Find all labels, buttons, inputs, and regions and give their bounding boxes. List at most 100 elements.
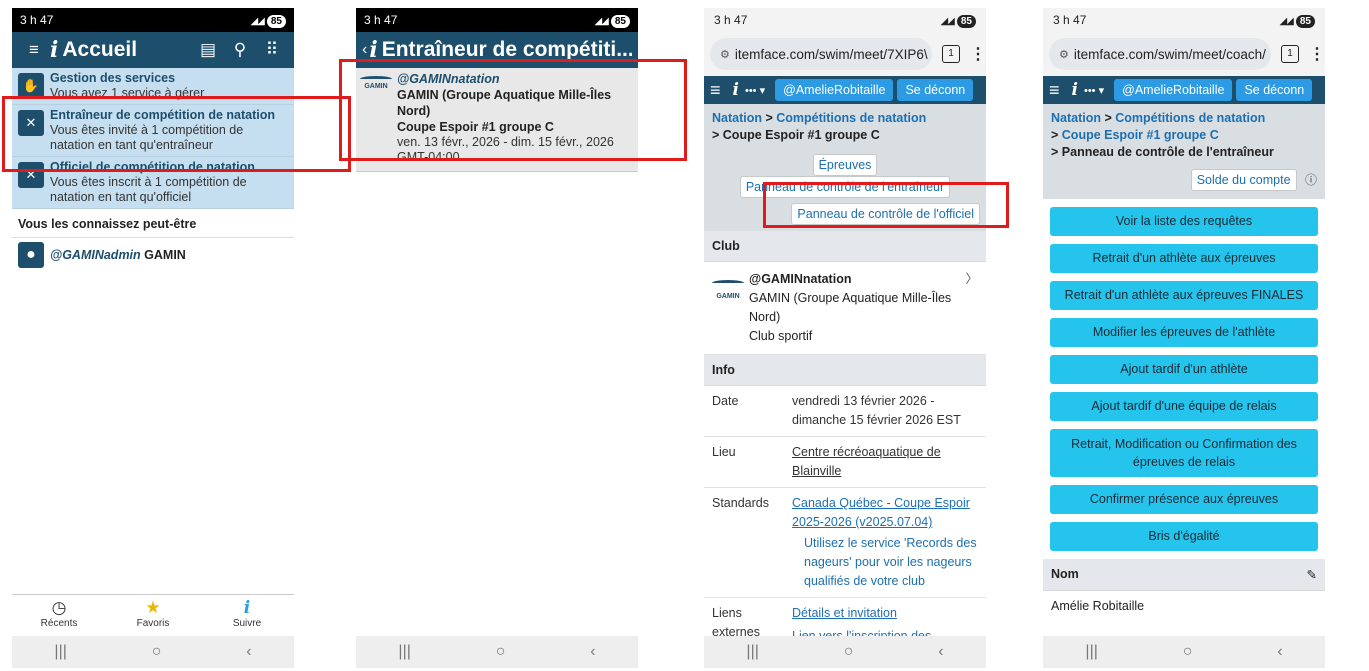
withdraw-athlete-button[interactable]: Retrait d'un athlète aux épreuves [1050,244,1318,273]
home-icon[interactable]: ○ [152,643,162,661]
recents-icon[interactable]: ||| [54,643,66,661]
nav-favorites[interactable]: ★ Favoris [106,595,200,636]
menu-icon[interactable]: ≡ [710,80,721,101]
signal-icon: ◢◢ [250,15,264,27]
user-button[interactable]: @AmelieRobitaille [775,79,894,101]
url-field[interactable]: ⚙ itemface.com/swim/meet/coach/ [1049,38,1271,70]
coach-panel-button[interactable]: Panneau de contrôle de l'entraîneur [739,176,951,198]
browser-bar: ⚙ itemface.com/swim/meet/coach/ 1 ⋮ [1043,32,1325,76]
service-item-official[interactable]: ✕ Officiel de compétition de natation Vou… [12,157,294,209]
site-settings-icon: ⚙ [1059,48,1069,61]
nav-recent[interactable]: ◷ Récents [12,595,106,636]
system-nav: ||| ○ ‹ [356,636,638,668]
events-button[interactable]: Épreuves [812,154,878,176]
club-item[interactable]: GAMIN @GAMINnatation GAMIN (Groupe Aquat… [704,262,986,355]
info-standards: Standards Canada Québec - Coupe Espoir 2… [704,488,986,598]
screen-coach-list: 3 h 47 ◢◢ 85 ‹ i Entraîneur de compétiti.… [356,8,638,668]
tabs-icon[interactable]: 1 [942,45,960,63]
nav-follow[interactable]: i Suivre [200,595,294,636]
back-icon[interactable]: ‹ [1277,643,1282,661]
url-field[interactable]: ⚙ itemface.com/swim/meet/7XIP6\ [710,38,932,70]
back-icon[interactable]: ‹ [590,643,595,661]
swim-coach-icon: ✕ [18,110,44,136]
club-logo: GAMIN [360,76,392,165]
menu-icon[interactable]: ≡ [18,40,50,60]
home-icon[interactable]: ○ [844,643,854,661]
requests-list-button[interactable]: Voir la liste des requêtes [1050,207,1318,236]
menu-icon[interactable]: ≡ [1049,80,1060,101]
info-date: Date vendredi 13 février 2026 - dimanche… [704,386,986,437]
app-bar: ≡ i Accueil ▤ ⚲ ⠿ [12,32,294,68]
search-icon[interactable]: ⚲ [224,40,256,60]
relay-events-button[interactable]: Retrait, Modification ou Confirmation de… [1050,429,1318,477]
overflow-menu-icon[interactable]: ⋮ [1309,44,1325,64]
club-type: Club sportif [749,329,813,343]
recents-icon[interactable]: ||| [746,643,758,661]
system-nav: ||| ○ ‹ [704,636,986,668]
name-heading: Nom ✎ [1043,559,1325,591]
status-time: 3 h 47 [364,13,398,27]
logout-button[interactable]: Se déconn [1236,79,1313,101]
account-balance-button[interactable]: Solde du compte [1190,169,1297,191]
confirm-presence-button[interactable]: Confirmer présence aux épreuves [1050,485,1318,514]
info-icon[interactable]: ⓘ [1305,173,1317,187]
system-nav: ||| ○ ‹ [1043,636,1325,668]
meet-dates: ven. 13 févr., 2026 - dim. 15 févr., 202… [397,135,614,149]
user-button[interactable]: @AmelieRobitaille [1114,79,1233,101]
name-value: Amélie Robitaille [1051,599,1145,613]
edit-pencil-icon[interactable]: ✎ [1307,567,1317,582]
recents-icon[interactable]: ||| [398,643,410,661]
info-heading: Info [704,355,986,386]
late-add-athlete-button[interactable]: Ajout tardif d'un athlète [1050,355,1318,384]
back-icon[interactable]: ‹ [938,643,943,661]
club-handle: @GAMINnatation [749,272,852,286]
club-heading: Club [704,231,986,262]
screen-meet-details: 3 h 47 ◢◢ 85 ⚙ itemface.com/swim/meet/7XIP… [704,8,986,668]
official-panel-button[interactable]: Panneau de contrôle de l'officiel [791,203,980,225]
status-bar: 3 h 47 ◢◢ 85 [12,8,294,32]
battery-badge: 85 [1295,14,1315,28]
battery-badge: 85 [956,14,976,28]
clock-icon: ◷ [51,598,67,617]
browser-bar: ⚙ itemface.com/swim/meet/7XIP6\ 1 ⋮ [704,32,986,76]
site-settings-icon: ⚙ [720,48,730,61]
competition-item[interactable]: GAMIN @GAMINnatation GAMIN (Groupe Aquat… [356,68,638,172]
star-icon: ★ [145,598,161,617]
club-name: GAMIN (Groupe Aquatique Mille-Îles Nord) [397,88,612,118]
service-item-coach[interactable]: ✕ Entraîneur de compétition de natation V… [12,105,294,157]
club-name: GAMIN (Groupe Aquatique Mille-Îles Nord) [749,291,952,324]
late-add-relay-button[interactable]: Ajout tardif d'une équipe de relais [1050,392,1318,421]
more-menu-icon[interactable]: ••• ▾ [1084,84,1104,97]
battery-badge: 85 [610,14,630,28]
tabs-icon[interactable]: 1 [1281,45,1299,63]
meet-name: Coupe Espoir #1 groupe C [397,120,554,134]
status-time: 3 h 47 [714,13,748,27]
home-icon[interactable]: ○ [1183,643,1193,661]
grid-icon[interactable]: ⠿ [256,40,288,60]
meet-timezone: GMT-04:00 [397,150,460,164]
service-item-management[interactable]: ✋ Gestion des services Vous avez 1 servic… [12,68,294,105]
tie-break-button[interactable]: Bris d'égalité [1050,522,1318,551]
back-chevron-icon[interactable]: ‹ [362,41,367,59]
suggested-person[interactable]: ● @GAMINadmin GAMIN [12,238,294,272]
more-menu-icon[interactable]: ••• ▾ [745,84,765,97]
site-logo-icon: i [732,80,739,100]
screen-coach-panel: 3 h 47 ◢◢ 85 ⚙ itemface.com/swim/meet/coac… [1043,8,1325,668]
overflow-menu-icon[interactable]: ⋮ [970,44,986,64]
signal-icon: ◢◢ [940,15,954,27]
club-handle: @GAMINnatation [397,72,500,86]
chat-icon[interactable]: ▤ [192,40,224,60]
swim-official-icon: ✕ [18,162,44,188]
action-buttons: Voir la liste des requêtes Retrait d'un … [1043,199,1325,551]
recents-icon[interactable]: ||| [1085,643,1097,661]
back-icon[interactable]: ‹ [246,643,251,661]
avatar-icon: ● [18,242,44,268]
logout-button[interactable]: Se déconn [897,79,974,101]
modify-athlete-events-button[interactable]: Modifier les épreuves de l'athlète [1050,318,1318,347]
status-bar: 3 h 47 ◢◢ 85 [1043,8,1325,32]
follow-icon: i [243,598,251,618]
signal-icon: ◢◢ [594,15,608,27]
home-icon[interactable]: ○ [496,643,506,661]
signal-icon: ◢◢ [1279,15,1293,27]
withdraw-athlete-finals-button[interactable]: Retrait d'un athlète aux épreuves FINALE… [1050,281,1318,310]
